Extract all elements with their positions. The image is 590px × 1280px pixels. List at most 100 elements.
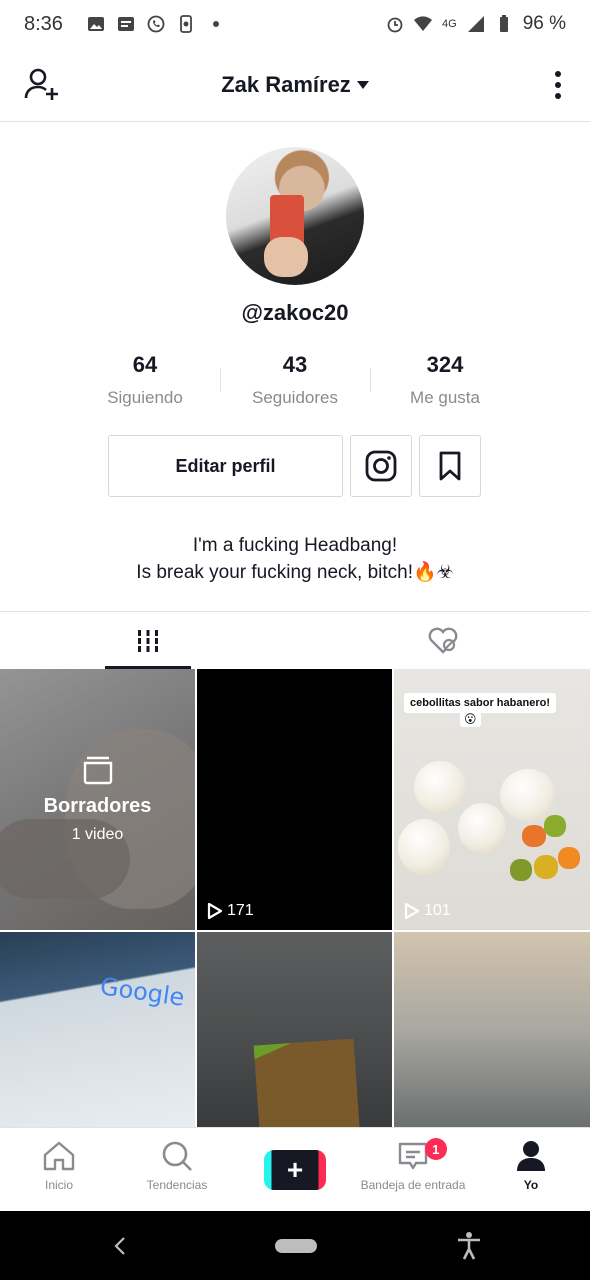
hidden-heart-icon [428, 627, 457, 654]
chevron-down-icon [356, 80, 369, 89]
whatsapp-icon [147, 15, 165, 33]
video-tile[interactable]: cebollitas sabor habanero! 😮 101 [394, 669, 590, 930]
pepper-image [544, 815, 566, 837]
avatar[interactable] [226, 147, 364, 285]
tab-videos[interactable] [0, 612, 295, 669]
nav-discover[interactable]: Tendencias [118, 1128, 236, 1211]
status-bar: 8:36 4G 96 % [0, 0, 590, 48]
accessibility-icon [458, 1232, 480, 1260]
pepper-image [558, 847, 580, 869]
network-type: 4G [442, 18, 457, 30]
followers-label: Seguidores [251, 388, 338, 407]
view-count: 101 [404, 902, 451, 920]
drafts-info: Borradores 1 video [0, 669, 195, 930]
notification-icons [87, 15, 225, 33]
drafts-title: Borradores [43, 795, 152, 817]
video-tile[interactable] [197, 932, 392, 1127]
nav-inbox[interactable]: 1 Bandeja de entrada [354, 1128, 472, 1211]
nav-home-label: Inicio [44, 1178, 73, 1192]
add-user-icon [24, 68, 58, 100]
drafts-count: 1 video [71, 826, 124, 843]
play-icon [207, 902, 223, 920]
video-tile[interactable] [394, 932, 590, 1127]
video-tile[interactable]: Google [0, 932, 195, 1127]
account-switcher[interactable]: Zak Ramírez [221, 72, 369, 98]
more-vertical-icon [555, 71, 561, 99]
following-label: Siguiendo [107, 388, 183, 407]
alarm-icon [387, 17, 403, 33]
system-icons: 4G 96 % [386, 13, 566, 35]
phone-sync-icon [180, 15, 192, 33]
battery-icon [499, 15, 508, 32]
system-navigation-bar [0, 1211, 590, 1280]
nav-me-label: Yo [523, 1178, 539, 1192]
dot-icon [212, 21, 219, 27]
system-home-button[interactable] [275, 1239, 317, 1253]
add-friend-button[interactable] [24, 68, 60, 107]
system-back-button[interactable] [112, 1235, 128, 1262]
stat-following[interactable]: 64 Siguiendo [70, 352, 220, 408]
username: @zakoc20 [241, 300, 349, 325]
tab-liked[interactable] [295, 612, 590, 669]
likes-count: 324 [426, 352, 464, 377]
stat-followers[interactable]: 43 Seguidores [220, 352, 370, 408]
onion-image [458, 803, 506, 853]
content-tabs [0, 611, 590, 669]
profile-bio: I'm a fucking Headbang! Is break your fu… [0, 532, 590, 586]
battery-level: 96 % [522, 13, 566, 34]
create-video-button[interactable]: + [264, 1150, 326, 1190]
video-thumbnail-text: Google [98, 972, 186, 1012]
search-icon [162, 1141, 192, 1171]
nav-discover-label: Tendencias [146, 1178, 208, 1192]
onion-image [414, 761, 466, 813]
stat-likes: 324 Me gusta [370, 352, 520, 408]
following-count: 64 [132, 352, 158, 377]
instagram-button[interactable] [350, 435, 412, 497]
view-count-value: 101 [424, 902, 451, 919]
status-time: 8:36 [24, 12, 63, 35]
video-emoji-sticker: 😮 [460, 711, 481, 727]
onion-image [500, 769, 556, 821]
bookmark-icon [439, 451, 461, 481]
inbox-icon [398, 1142, 428, 1170]
edit-profile-button[interactable]: Editar perfil [108, 435, 343, 497]
nav-inbox-label: Bandeja de entrada [360, 1178, 466, 1192]
wifi-icon [414, 16, 432, 31]
pepper-image [534, 855, 558, 879]
drafts-box-icon [83, 756, 112, 785]
gallery-icon [87, 17, 104, 31]
game-case-thumbnail [253, 1038, 361, 1127]
nav-home[interactable]: Inicio [0, 1128, 118, 1211]
accessibility-button[interactable] [456, 1231, 482, 1266]
grid-icon [135, 629, 160, 652]
followers-count: 43 [282, 352, 308, 377]
favorites-button[interactable] [419, 435, 481, 497]
message-icon [117, 17, 134, 31]
view-count-value: 171 [227, 902, 254, 919]
bottom-navigation: Inicio Tendencias + 1 Bandeja de entrada… [0, 1127, 590, 1211]
pepper-image [522, 825, 546, 847]
profile-icon [517, 1141, 545, 1171]
bio-line-2: Is break your fucking neck, bitch!🔥☣ [136, 562, 454, 583]
more-options-button[interactable] [554, 70, 562, 105]
avatar-hand [264, 237, 308, 277]
nav-me[interactable]: Yo [472, 1128, 590, 1211]
nav-create[interactable]: + [236, 1128, 354, 1211]
pepper-image [510, 859, 532, 881]
bio-line-1: I'm a fucking Headbang! [192, 535, 398, 556]
video-grid: Borradores 1 video 171 cebollitas sabor … [0, 669, 590, 1127]
back-icon [114, 1237, 125, 1255]
view-count: 171 [207, 902, 254, 920]
profile-stats: 64 Siguiendo 43 Seguidores 324 Me gusta [70, 352, 520, 408]
inbox-badge: 1 [424, 1138, 447, 1160]
drafts-tile[interactable]: Borradores 1 video [0, 669, 195, 930]
signal-icon [467, 16, 484, 32]
profile-header: Zak Ramírez [0, 48, 590, 122]
video-caption-sticker: cebollitas sabor habanero! [404, 693, 556, 713]
likes-label: Me gusta [410, 388, 480, 407]
onion-image [398, 819, 450, 875]
plus-icon: + [286, 1154, 304, 1185]
video-tile[interactable]: 171 [197, 669, 392, 930]
play-icon [404, 902, 420, 920]
profile-actions: Editar perfil [108, 435, 481, 497]
